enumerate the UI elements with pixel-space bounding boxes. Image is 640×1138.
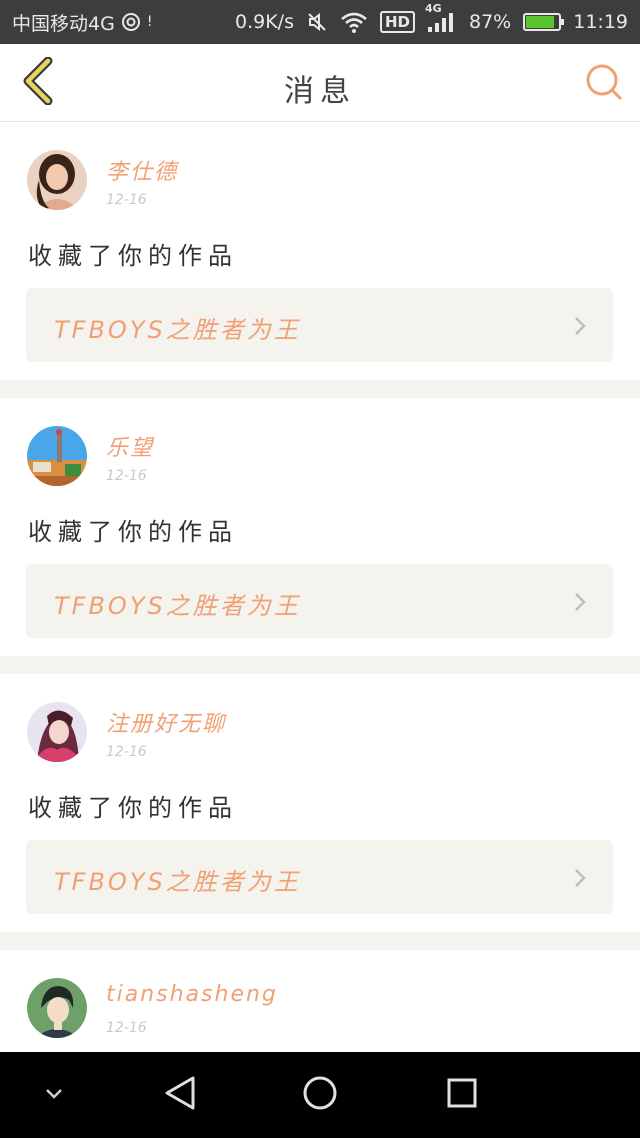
work-link[interactable]: TFBOYS之胜者为王 bbox=[26, 840, 613, 914]
home-button[interactable] bbox=[290, 1052, 350, 1138]
message-card: 注册好无聊 12-16 收藏了你的作品 TFBOYS之胜者为王 bbox=[0, 674, 640, 932]
message-date: 12-16 bbox=[106, 192, 147, 208]
carrier-label: 中国移动4G bbox=[12, 12, 115, 35]
work-title: TFBOYS之胜者为王 bbox=[54, 592, 301, 620]
home-circle-icon bbox=[302, 1075, 338, 1115]
mute-icon bbox=[306, 11, 328, 33]
message-text: 收藏了你的作品 bbox=[28, 794, 238, 822]
avatar[interactable] bbox=[27, 150, 87, 210]
work-link[interactable]: TFBOYS之胜者为王 bbox=[26, 564, 613, 638]
collapse-button[interactable] bbox=[30, 1052, 78, 1138]
message-text: 收藏了你的作品 bbox=[28, 242, 238, 270]
recents-square-icon bbox=[446, 1077, 478, 1113]
chevron-right-icon bbox=[573, 316, 587, 340]
message-card: 乐望 12-16 收藏了你的作品 TFBOYS之胜者为王 bbox=[0, 398, 640, 656]
chevron-right-icon bbox=[573, 592, 587, 616]
user-name[interactable]: 注册好无聊 bbox=[106, 706, 226, 738]
work-link[interactable]: TFBOYS之胜者为王 bbox=[26, 288, 613, 362]
message-date: 12-16 bbox=[106, 468, 147, 484]
chevron-right-icon bbox=[573, 868, 587, 892]
recents-button[interactable] bbox=[432, 1052, 492, 1138]
user-name[interactable]: 李仕德 bbox=[106, 154, 178, 186]
hd-badge: HD bbox=[379, 11, 415, 33]
avatar[interactable] bbox=[27, 426, 87, 486]
signal-icon: 4G bbox=[425, 2, 457, 33]
collapse-icon bbox=[44, 1086, 64, 1105]
message-date: 12-16 bbox=[106, 744, 147, 760]
message-date: 12-16 bbox=[106, 1020, 147, 1036]
wifi-icon bbox=[340, 11, 368, 33]
net-speed: 0.9K/s bbox=[235, 11, 294, 33]
user-name[interactable]: tianshasheng bbox=[106, 982, 278, 1007]
battery-percent: 87% bbox=[469, 11, 512, 33]
hotspot-icon bbox=[121, 12, 141, 32]
status-bar: 中国移动4G ! 0.9K/s HD 4G 87% 11:19 bbox=[0, 0, 640, 44]
back-nav-button[interactable] bbox=[150, 1052, 210, 1138]
work-title: TFBOYS之胜者为王 bbox=[54, 316, 301, 344]
message-text: 收藏了你的作品 bbox=[28, 518, 238, 546]
message-card: 李仕德 12-16 收藏了你的作品 TFBOYS之胜者为王 bbox=[0, 122, 640, 380]
avatar[interactable] bbox=[27, 702, 87, 762]
back-triangle-icon bbox=[163, 1075, 197, 1115]
message-list: 李仕德 12-16 收藏了你的作品 TFBOYS之胜者为王 乐望 12-16 收… bbox=[0, 122, 640, 1070]
work-title: TFBOYS之胜者为王 bbox=[54, 868, 301, 896]
system-nav-bar bbox=[0, 1052, 640, 1138]
header: 消息 bbox=[0, 44, 640, 122]
user-name[interactable]: 乐望 bbox=[106, 430, 154, 462]
search-button[interactable] bbox=[582, 62, 626, 106]
page-title: 消息 bbox=[284, 74, 356, 109]
search-icon bbox=[585, 63, 623, 105]
clock: 11:19 bbox=[573, 11, 628, 33]
battery-icon bbox=[523, 13, 565, 31]
avatar[interactable] bbox=[27, 978, 87, 1038]
